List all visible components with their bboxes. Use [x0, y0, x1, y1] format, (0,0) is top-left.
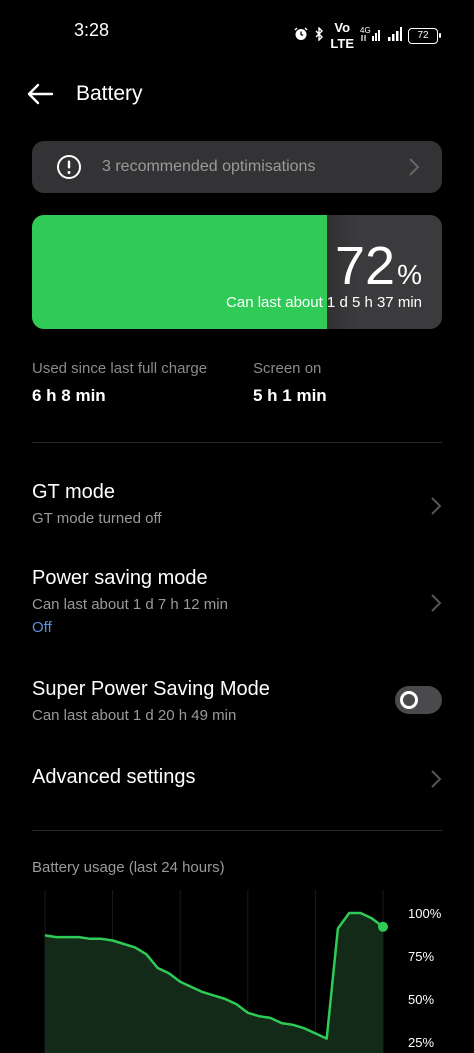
since-charge-value: 6 h 8 min: [32, 386, 106, 405]
alarm-icon: [294, 27, 308, 45]
chevron-right-icon: [430, 496, 442, 516]
divider: [32, 830, 442, 831]
status-icons: Vo LTE 4G 72: [294, 20, 441, 52]
battery-level-fill: [32, 215, 327, 329]
since-charge-stat: Used since last full charge 6 h 8 min: [32, 360, 207, 406]
chart-y-tick-label: 50%: [408, 992, 434, 1007]
power-saving-title: Power saving mode: [32, 567, 208, 589]
battery-estimate: Can last about 1 d 5 h 37 min: [226, 294, 422, 311]
arrow-left-icon: [27, 83, 54, 105]
screen-on-value: 5 h 1 min: [253, 386, 327, 405]
signal-bars-icon: [388, 26, 402, 46]
chart-y-tick-label: 25%: [408, 1035, 434, 1050]
since-charge-label: Used since last full charge: [32, 360, 208, 377]
status-bar: 3:28 Vo LTE 4G 72: [0, 0, 474, 60]
screen-on-label: Screen on: [253, 360, 322, 377]
toggle-knob: [400, 691, 418, 709]
chart-title: Battery usage (last 24 hours): [32, 859, 225, 876]
screen-on-stat: Screen on 5 h 1 min: [253, 360, 327, 406]
bluetooth-icon: [314, 26, 324, 45]
chart-y-tick-label: 100%: [408, 906, 442, 921]
battery-usage-chart: 100% 75% 50% 25%: [44, 890, 442, 1053]
divider: [32, 442, 442, 443]
recommendation-text: 3 recommended optimisations: [102, 158, 316, 175]
super-power-saving-title: Super Power Saving Mode: [32, 678, 270, 700]
svg-text:4G: 4G: [360, 26, 371, 35]
chevron-right-icon: [430, 769, 442, 789]
back-button[interactable]: [26, 80, 58, 108]
status-time: 3:28: [74, 20, 110, 40]
recommendation-card[interactable]: 3 recommended optimisations: [32, 141, 442, 193]
power-saving-row[interactable]: Power saving mode Can last about 1 d 7 h…: [32, 567, 442, 643]
chevron-right-icon: [408, 157, 420, 177]
power-saving-status: Off: [32, 619, 52, 636]
gt-mode-row[interactable]: GT mode GT mode turned off: [32, 481, 442, 533]
chevron-right-icon: [430, 593, 442, 613]
power-saving-subtitle: Can last about 1 d 7 h 12 min: [32, 596, 228, 613]
super-power-saving-row: Super Power Saving Mode Can last about 1…: [32, 678, 442, 730]
super-power-saving-toggle[interactable]: [395, 686, 442, 714]
battery-percent-value: 72: [335, 236, 396, 296]
header: Battery: [0, 70, 474, 120]
info-icon: [56, 154, 82, 180]
chart-y-tick-label: 75%: [408, 949, 434, 964]
signal-4g-icon: 4G: [360, 26, 382, 46]
advanced-settings-row[interactable]: Advanced settings: [32, 766, 442, 794]
battery-percentage: 72%: [335, 235, 422, 297]
battery-level-card: 72% Can last about 1 d 5 h 37 min: [32, 215, 442, 329]
super-power-saving-subtitle: Can last about 1 d 20 h 49 min: [32, 707, 237, 724]
volte-icon: Vo LTE: [330, 20, 354, 51]
advanced-settings-title: Advanced settings: [32, 766, 196, 788]
page-title: Battery: [76, 82, 143, 105]
battery-percent-sign: %: [397, 259, 422, 290]
gt-mode-subtitle: GT mode turned off: [32, 510, 162, 527]
chart-current-point: [378, 921, 388, 932]
battery-status-icon: 72: [408, 28, 441, 44]
gt-mode-title: GT mode: [32, 481, 115, 503]
